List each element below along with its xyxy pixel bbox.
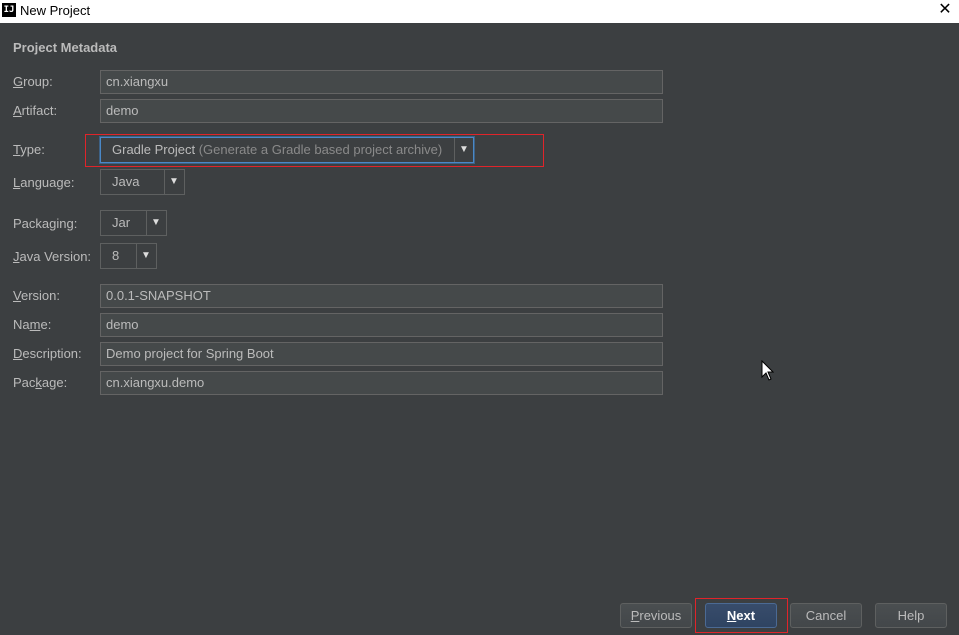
- help-button[interactable]: Help: [875, 603, 947, 628]
- intellij-app-icon: IJ: [2, 3, 16, 17]
- section-title: Project Metadata: [13, 40, 118, 55]
- type-label: Type:: [13, 142, 45, 157]
- package-label: Package:: [13, 375, 68, 390]
- chevron-down-icon: ▼: [151, 217, 161, 228]
- artifact-field[interactable]: demo: [100, 99, 663, 123]
- version-field[interactable]: 0.0.1-SNAPSHOT: [100, 284, 663, 308]
- language-dropdown[interactable]: Java ▼: [100, 169, 185, 195]
- packaging-dropdown[interactable]: Jar ▼: [100, 210, 167, 236]
- next-button[interactable]: Next: [705, 603, 777, 628]
- language-label: Language:: [13, 175, 75, 190]
- group-field[interactable]: cn.xiangxu: [100, 70, 663, 94]
- description-label: Description:: [13, 346, 82, 361]
- window-title: New Project: [20, 3, 91, 18]
- mouse-cursor-icon: [761, 360, 775, 381]
- java-version-label: Java Version:: [13, 249, 92, 264]
- type-hint: (Generate a Gradle based project archive…: [198, 142, 443, 157]
- group-label: Group:: [13, 74, 53, 89]
- packaging-value: Jar: [112, 215, 131, 230]
- java-version-value: 8: [112, 248, 120, 263]
- title-bar: IJ New Project ✕: [0, 0, 959, 23]
- cancel-button[interactable]: Cancel: [790, 603, 862, 628]
- previous-button[interactable]: Previous: [620, 603, 692, 628]
- chevron-down-icon: ▼: [141, 250, 151, 261]
- name-label: Name:: [13, 317, 52, 332]
- artifact-label: Artifact:: [13, 103, 58, 118]
- chevron-down-icon: ▼: [459, 144, 469, 155]
- java-version-dropdown[interactable]: 8 ▼: [100, 243, 157, 269]
- name-field[interactable]: demo: [100, 313, 663, 337]
- description-field[interactable]: Demo project for Spring Boot: [100, 342, 663, 366]
- package-field[interactable]: cn.xiangxu.demo: [100, 371, 663, 395]
- close-icon[interactable]: ✕: [931, 0, 959, 23]
- version-label: Version:: [13, 288, 60, 303]
- language-value: Java: [112, 174, 140, 189]
- packaging-label: Packaging:: [13, 216, 78, 231]
- chevron-down-icon: ▼: [169, 176, 179, 187]
- type-value: Gradle Project: [112, 142, 196, 157]
- type-dropdown[interactable]: Gradle Project (Generate a Gradle based …: [100, 137, 474, 163]
